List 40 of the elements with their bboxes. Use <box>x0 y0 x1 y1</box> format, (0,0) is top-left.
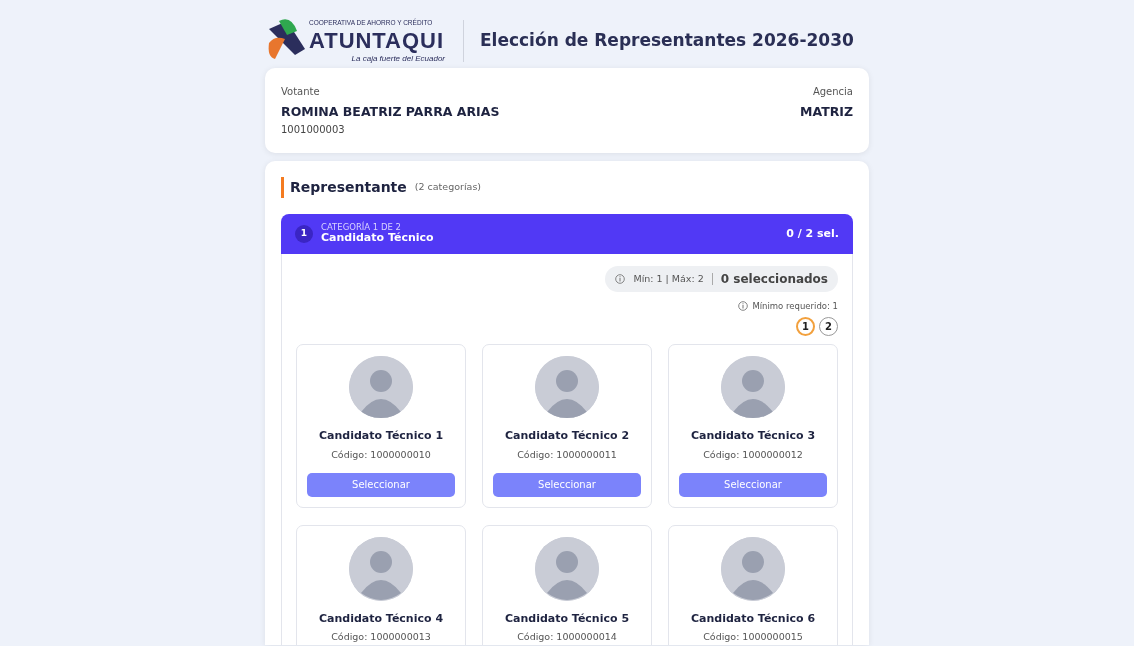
candidate-code: Código: 1000000015 <box>703 630 803 644</box>
avatar-silhouette <box>535 355 599 419</box>
section-subtitle: (2 categorías) <box>414 180 482 195</box>
selection-count: 0 / 2 sel. <box>786 227 839 241</box>
candidate-code: Código: 1000000011 <box>517 447 617 462</box>
candidate-name: Candidato Técnico 6 <box>690 610 816 627</box>
step-button[interactable]: 2 <box>819 316 838 336</box>
avatar-silhouette <box>721 355 785 419</box>
select-button[interactable]: Seleccionar <box>679 472 827 497</box>
candidate-code: Código: 1000000012 <box>703 447 803 462</box>
candidate-name: Candidato Técnico 5 <box>504 610 630 627</box>
category-overline: CATEGORÍA 1 DE 2 <box>321 222 402 232</box>
select-button[interactable]: Seleccionar <box>307 472 455 497</box>
candidate-name: Candidato Técnico 3 <box>690 428 816 445</box>
section-title: Representante <box>281 176 407 198</box>
selected-count: 0 seleccionados <box>720 270 828 288</box>
minimum-note: Mínimo requerido: 1 <box>752 299 838 313</box>
candidate-code: Código: 1000000010 <box>331 447 431 462</box>
page-title: Elección de Representantes 2026-2030 <box>480 29 854 53</box>
category-number: 1 <box>295 224 313 243</box>
step-button[interactable]: 1 <box>796 316 815 336</box>
candidate-code: Código: 1000000013 <box>331 630 431 644</box>
category-name: Candidato Técnico <box>321 231 434 245</box>
candidate-name: Candidato Técnico 1 <box>318 428 444 445</box>
avatar-silhouette <box>535 536 599 601</box>
field-label: Votante <box>281 85 321 99</box>
candidate-code: Código: 1000000014 <box>517 630 617 644</box>
select-button[interactable]: Seleccionar <box>493 472 641 497</box>
agency-name: MATRIZ <box>800 103 853 121</box>
avatar-silhouette <box>721 536 785 601</box>
voter-name: ROMINA BEATRIZ PARRA ARIAS <box>281 103 500 121</box>
avatar-silhouette <box>349 536 413 601</box>
voter-id: 1001000003 <box>281 122 346 137</box>
candidate-name: Candidato Técnico 2 <box>504 428 630 445</box>
info-icon <box>738 301 749 312</box>
info-icon <box>615 273 626 284</box>
avatar-silhouette <box>349 355 413 419</box>
field-label: Agencia <box>811 85 853 99</box>
limits-text: Mín: 1 | Máx: 2 <box>633 271 704 286</box>
candidate-name: Candidato Técnico 4 <box>318 610 444 627</box>
